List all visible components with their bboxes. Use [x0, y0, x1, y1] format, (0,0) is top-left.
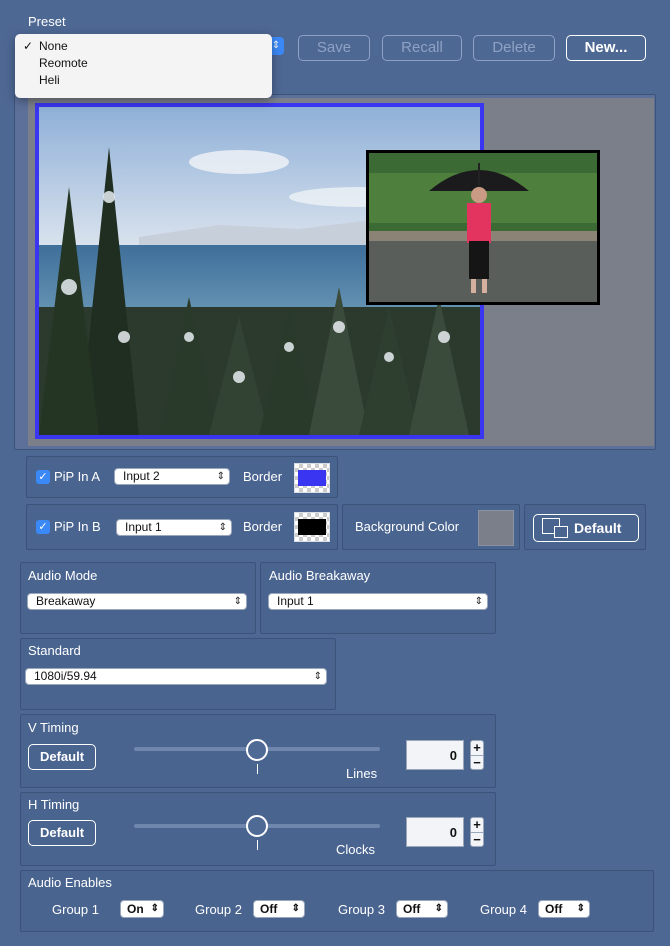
pip-b-border-color-fill [298, 519, 326, 535]
group-2-label: Group 2 [195, 902, 242, 917]
audio-enables-label: Audio Enables [28, 875, 112, 890]
pip-a-input-select[interactable]: Input 2 ⇕ [114, 468, 230, 485]
pip-b-reporter-image [369, 153, 597, 302]
h-timing-stepper[interactable]: + − [470, 817, 484, 847]
v-timing-default-button[interactable]: Default [28, 744, 96, 770]
group-3-value: Off [403, 902, 421, 916]
h-timing-default-button[interactable]: Default [28, 820, 96, 846]
group-2-select[interactable]: Off ⇕ [253, 900, 305, 918]
preset-menu-item-heli[interactable]: Heli [15, 72, 272, 89]
preset-menu-item-label: None [39, 39, 68, 53]
audio-breakaway-select[interactable]: Input 1 ⇕ [268, 593, 488, 610]
h-timing-decrement-button[interactable]: − [471, 832, 483, 846]
preset-menu-item-label: Reomote [39, 56, 88, 70]
new-preset-button[interactable]: New... [566, 35, 646, 61]
pip-b-border-label: Border [243, 519, 283, 534]
v-timing-value-field[interactable]: 0 [406, 740, 464, 770]
standard-value: 1080i/59.94 [34, 669, 97, 683]
preset-label: Preset [28, 14, 66, 29]
pip-b-input-select[interactable]: Input 1 ⇕ [116, 519, 232, 536]
pip-b-checkbox[interactable]: ✓ [36, 520, 50, 534]
h-timing-increment-button[interactable]: + [471, 818, 483, 832]
v-timing-label: V Timing [28, 720, 79, 735]
group-2-value: Off [260, 902, 278, 916]
v-timing-increment-button[interactable]: + [471, 741, 483, 755]
h-timing-label: H Timing [28, 797, 80, 812]
preset-menu-item-reomote[interactable]: Reomote [15, 55, 272, 72]
group-1-label: Group 1 [52, 902, 99, 917]
group-3-select[interactable]: Off ⇕ [396, 900, 448, 918]
pip-a-border-color-well[interactable] [294, 463, 330, 493]
preset-dropdown-menu[interactable]: ✓ None Reomote Heli [15, 34, 272, 98]
audio-mode-select[interactable]: Breakaway ⇕ [27, 593, 247, 610]
preset-menu-item-none[interactable]: ✓ None [15, 38, 272, 55]
audio-mode-label: Audio Mode [28, 568, 98, 583]
group-4-label: Group 4 [480, 902, 527, 917]
audio-breakaway-label: Audio Breakaway [269, 568, 371, 583]
pip-a-border-color-fill [298, 470, 326, 486]
audio-breakaway-value: Input 1 [277, 594, 314, 608]
select-arrow-icon: ⇕ [150, 903, 159, 914]
v-timing-center-tick [257, 764, 258, 774]
group-1-value: On [127, 902, 144, 916]
pip-a-border-label: Border [243, 469, 283, 484]
group-1-select[interactable]: On ⇕ [120, 900, 164, 918]
delete-button[interactable]: Delete [473, 35, 555, 61]
preset-menu-item-label: Heli [39, 73, 60, 87]
select-arrow-icon: ⇕ [233, 596, 242, 607]
h-timing-slider-knob[interactable] [246, 815, 268, 837]
background-color-label: Background Color [355, 519, 460, 534]
h-timing-units-label: Clocks [336, 842, 376, 857]
v-timing-decrement-button[interactable]: − [471, 755, 483, 769]
checkmark-icon: ✓ [23, 39, 34, 53]
audio-mode-value: Breakaway [36, 594, 96, 608]
group-4-select[interactable]: Off ⇕ [538, 900, 590, 918]
standard-select[interactable]: 1080i/59.94 ⇕ [25, 668, 327, 685]
pip-layout-icon [542, 518, 568, 538]
pip-a-input-value: Input 2 [123, 469, 160, 483]
pip-b-window[interactable] [366, 150, 600, 305]
pip-b-input-value: Input 1 [125, 520, 162, 534]
h-timing-value-field[interactable]: 0 [406, 817, 464, 847]
pip-default-button-label: Default [574, 520, 622, 536]
save-button[interactable]: Save [298, 35, 370, 61]
v-timing-units-label: Lines [346, 766, 378, 781]
select-arrow-icon: ⇕ [313, 671, 322, 682]
pip-a-checkbox[interactable]: ✓ [36, 470, 50, 484]
group-3-label: Group 3 [338, 902, 385, 917]
pip-b-label: PiP In B [54, 519, 101, 534]
h-timing-center-tick [257, 840, 258, 850]
select-arrow-icon: ⇕ [216, 471, 225, 482]
pip-b-border-color-well[interactable] [294, 512, 330, 542]
group-4-value: Off [545, 902, 563, 916]
select-arrow-icon: ⇕ [291, 903, 300, 914]
recall-button[interactable]: Recall [382, 35, 462, 61]
standard-label: Standard [28, 643, 81, 658]
select-arrow-icon: ⇕ [474, 596, 483, 607]
select-arrow-icon: ⇕ [434, 903, 443, 914]
v-timing-slider-knob[interactable] [246, 739, 268, 761]
select-arrow-icon: ⇕ [576, 903, 585, 914]
select-arrow-icon: ⇕ [218, 522, 227, 533]
pip-a-label: PiP In A [54, 469, 101, 484]
background-color-well[interactable] [478, 510, 514, 546]
v-timing-stepper[interactable]: + − [470, 740, 484, 770]
